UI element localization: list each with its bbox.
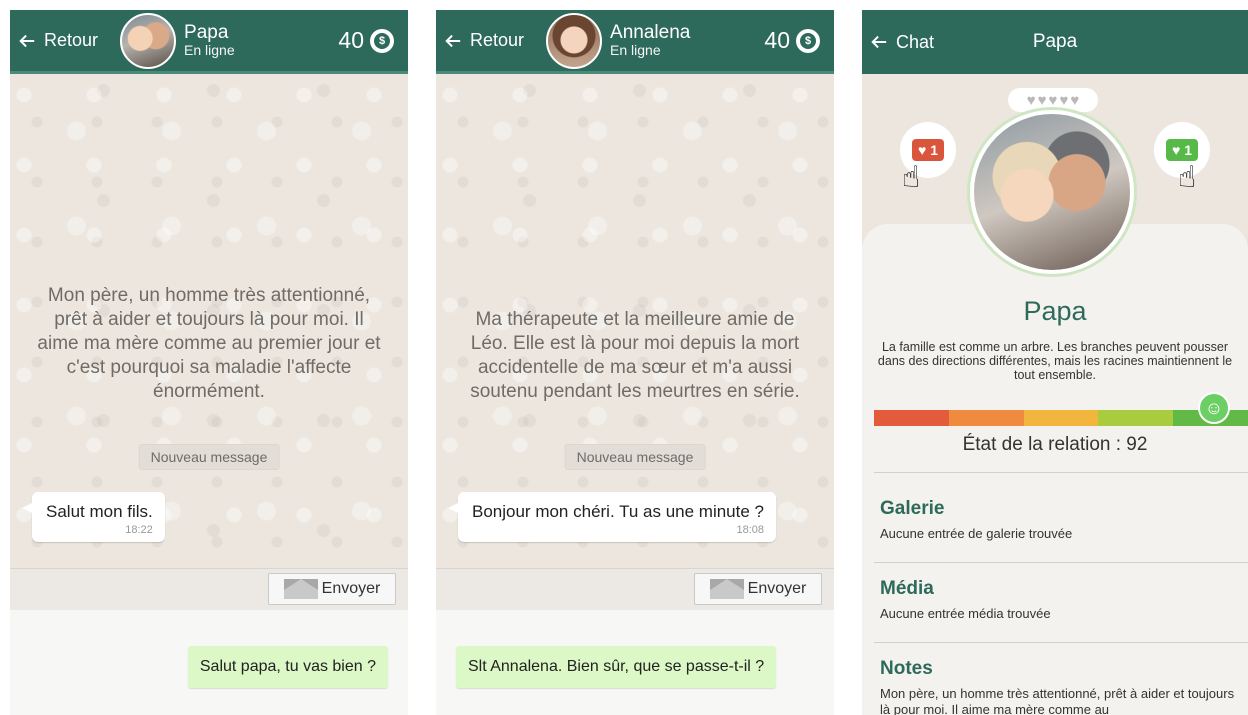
heart-icon: ♥ bbox=[1172, 142, 1181, 158]
dislike-count: 1 bbox=[930, 142, 938, 158]
send-button[interactable]: Envoyer bbox=[694, 573, 822, 605]
message-time: 18:22 bbox=[125, 524, 153, 536]
profile-quote: La famille est comme un arbre. Les branc… bbox=[877, 340, 1233, 382]
profile-screen: Chat Papa ♥ ♥ ♥ ♥ ♥ ♥ 1 ☝ ♥ 1 ☝ Papa La … bbox=[862, 10, 1248, 715]
pointing-hand-icon: ☝ bbox=[1178, 161, 1197, 194]
back-label: Retour bbox=[470, 30, 525, 50]
divider bbox=[874, 562, 1248, 563]
new-message-divider: Nouveau message bbox=[138, 444, 280, 470]
chat-header: Retour Annalena En ligne 40 $ bbox=[436, 10, 834, 74]
send-button[interactable]: Envoyer bbox=[268, 573, 396, 605]
contact-info[interactable]: Annalena En ligne bbox=[610, 23, 690, 58]
profile-avatar[interactable] bbox=[970, 110, 1134, 274]
media-section[interactable]: Média Aucune entrée média trouvée bbox=[880, 578, 1240, 622]
coin-count: 40 bbox=[764, 27, 790, 53]
envelope-icon bbox=[283, 579, 318, 599]
divider bbox=[874, 472, 1248, 473]
back-button[interactable]: Retour bbox=[10, 30, 98, 51]
contact-name: Annalena bbox=[610, 22, 691, 44]
chat-screen-annalena: Retour Annalena En ligne 40 $ Ma thérape… bbox=[436, 10, 834, 715]
media-text: Aucune entrée média trouvée bbox=[880, 606, 1051, 621]
divider bbox=[874, 642, 1248, 643]
reply-option[interactable]: Salut papa, tu vas bien ? bbox=[187, 646, 388, 688]
arrow-left-icon bbox=[19, 34, 35, 47]
reply-options: Slt Annalena. Bien sûr, que se passe-t-i… bbox=[436, 610, 834, 715]
smiley-face-icon: ☺ bbox=[1198, 392, 1230, 424]
contact-avatar[interactable] bbox=[120, 12, 177, 69]
send-bar: Envoyer bbox=[436, 568, 834, 610]
reply-option[interactable]: Slt Annalena. Bien sûr, que se passe-t-i… bbox=[456, 646, 777, 688]
incoming-message: Bonjour mon chéri. Tu as une minute ? 18… bbox=[448, 492, 776, 542]
coin-icon: $ bbox=[796, 28, 820, 53]
reply-options: Salut papa, tu vas bien ? bbox=[10, 610, 408, 715]
hearts-rating: ♥ ♥ ♥ ♥ ♥ bbox=[1008, 88, 1098, 112]
contact-info[interactable]: Papa En ligne bbox=[184, 23, 235, 58]
new-message-divider: Nouveau message bbox=[564, 444, 706, 470]
contact-name: Papa bbox=[184, 22, 229, 44]
like-count: 1 bbox=[1184, 142, 1192, 158]
send-bar: Envoyer bbox=[10, 568, 408, 610]
heart-icon: ♥ bbox=[1037, 91, 1047, 109]
gallery-section[interactable]: Galerie Aucune entrée de galerie trouvée bbox=[880, 498, 1240, 542]
arrow-left-icon bbox=[445, 34, 461, 47]
coin-counter[interactable]: 40 $ bbox=[338, 27, 394, 54]
back-label: Chat bbox=[896, 31, 935, 52]
contact-status: En ligne bbox=[610, 42, 661, 59]
relation-segment bbox=[1098, 410, 1174, 426]
relation-segment bbox=[1023, 410, 1099, 426]
envelope-icon bbox=[709, 579, 744, 599]
heart-icon: ♥ bbox=[1026, 91, 1036, 109]
gallery-text: Aucune entrée de galerie trouvée bbox=[880, 526, 1073, 541]
media-title: Média bbox=[880, 578, 934, 599]
message-text: Salut mon fils. bbox=[46, 502, 153, 521]
coin-counter[interactable]: 40 $ bbox=[764, 27, 820, 54]
chat-header: Retour Papa En ligne 40 $ bbox=[10, 10, 408, 74]
message-text: Bonjour mon chéri. Tu as une minute ? bbox=[472, 502, 764, 521]
relation-segment bbox=[948, 410, 1024, 426]
profile-name: Papa bbox=[1023, 296, 1087, 326]
contact-intro: Mon père, un homme très attentionné, prê… bbox=[37, 285, 381, 402]
back-button[interactable]: Chat bbox=[862, 32, 934, 53]
heart-icon: ♥ bbox=[1048, 91, 1058, 109]
gallery-title: Galerie bbox=[880, 498, 945, 519]
message-time: 18:08 bbox=[736, 524, 764, 536]
incoming-message: Salut mon fils. 18:22 bbox=[22, 492, 165, 542]
like-badge: ♥ 1 bbox=[1166, 139, 1198, 161]
contact-avatar[interactable] bbox=[546, 12, 603, 69]
pointing-hand-icon: ☝ bbox=[902, 161, 921, 194]
send-label: Envoyer bbox=[747, 580, 807, 597]
send-label: Envoyer bbox=[321, 580, 381, 597]
dislike-badge: ♥ 1 bbox=[912, 139, 944, 161]
contact-status: En ligne bbox=[184, 42, 235, 59]
relation-bar bbox=[874, 410, 1248, 426]
notes-title: Notes bbox=[880, 658, 933, 679]
relation-label: État de la relation : 92 bbox=[962, 434, 1148, 455]
notes-text: Mon père, un homme très attentionné, prê… bbox=[880, 686, 1235, 715]
chat-screen-papa: Retour Papa En ligne 40 $ Mon père, un h… bbox=[10, 10, 408, 715]
heart-icon: ♥ bbox=[1070, 91, 1080, 109]
contact-intro: Ma thérapeute et la meilleure amie de Lé… bbox=[470, 309, 800, 402]
coin-icon: $ bbox=[370, 28, 394, 53]
coin-count: 40 bbox=[338, 27, 364, 53]
profile-header: Chat Papa bbox=[862, 10, 1248, 74]
heart-icon: ♥ bbox=[1059, 91, 1069, 109]
arrow-left-icon bbox=[871, 35, 887, 49]
notes-section[interactable]: Notes Mon père, un homme très attentionn… bbox=[880, 658, 1240, 715]
broken-heart-icon: ♥ bbox=[918, 142, 927, 158]
back-label: Retour bbox=[44, 30, 99, 50]
back-button[interactable]: Retour bbox=[436, 30, 524, 51]
relation-segment bbox=[874, 410, 949, 426]
